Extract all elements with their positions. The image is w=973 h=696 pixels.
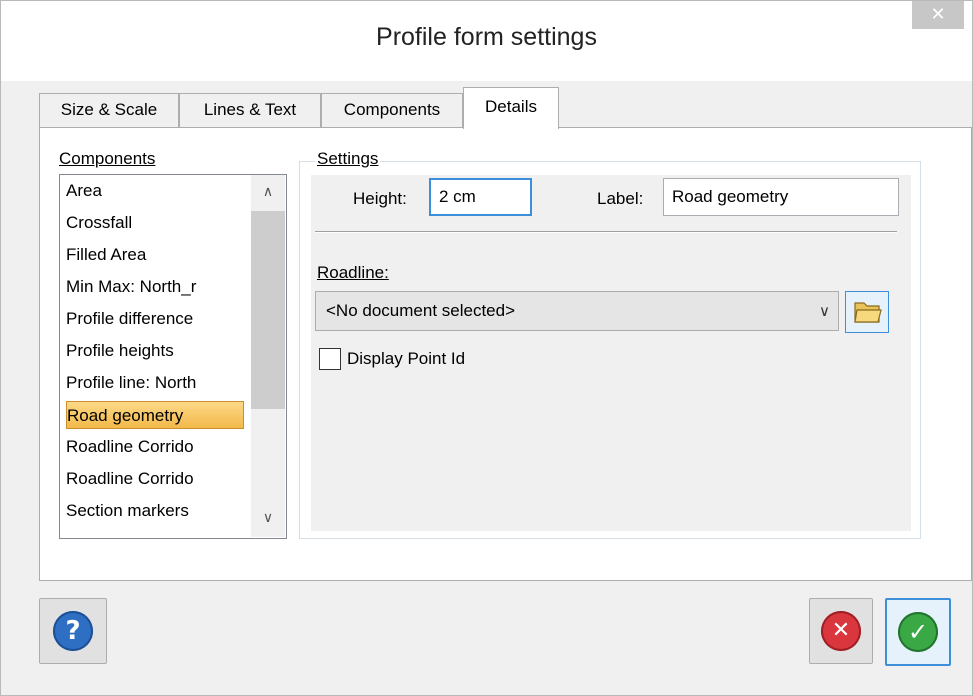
close-button[interactable]: ✕ — [912, 1, 964, 29]
list-item[interactable]: Roadline Corrido — [66, 465, 250, 493]
list-item-selected[interactable]: Road geometry — [66, 401, 244, 429]
components-label: Components — [59, 149, 156, 168]
ok-button[interactable]: ✓ — [885, 598, 951, 666]
label-label: Label: — [597, 189, 644, 208]
list-item[interactable]: Section markers — [66, 497, 250, 525]
label-input[interactable]: Road geometry — [663, 178, 899, 216]
roadline-value: <No document selected> — [326, 301, 516, 320]
height-input[interactable]: 2 cm — [429, 178, 532, 216]
height-label: Height: — [353, 189, 407, 208]
dialog-title: Profile form settings — [376, 23, 597, 51]
ok-icon: ✓ — [898, 612, 938, 652]
help-icon: ? — [53, 611, 93, 651]
list-item[interactable]: Min Max: North_r — [66, 273, 250, 301]
tab-components[interactable]: Components — [321, 93, 463, 127]
list-item[interactable]: Area — [66, 177, 250, 205]
list-item[interactable]: Filled Area — [66, 241, 250, 269]
cancel-icon: ✕ — [821, 611, 861, 651]
list-item[interactable]: Profile heights — [66, 337, 250, 365]
list-item[interactable]: Roadline Corrido — [66, 433, 250, 461]
close-icon: ✕ — [930, 4, 946, 25]
list-item[interactable]: Profile line: North — [66, 369, 250, 397]
tab-lines-text[interactable]: Lines & Text — [179, 93, 321, 127]
divider — [315, 231, 897, 233]
folder-icon — [854, 302, 882, 323]
chevron-down-icon: ∨ — [819, 302, 830, 320]
settings-label: Settings — [315, 149, 381, 169]
roadline-label: Roadline: — [317, 263, 389, 282]
profile-form-settings-dialog: Profile form settings ✕ Size & Scale Lin… — [0, 0, 973, 696]
cancel-button[interactable]: ✕ — [809, 598, 873, 664]
display-point-id-checkbox[interactable] — [319, 348, 341, 370]
list-item[interactable]: Crossfall — [66, 209, 250, 237]
tab-size-scale[interactable]: Size & Scale — [39, 93, 179, 127]
tab-details[interactable]: Details — [463, 87, 559, 129]
browse-folder-button[interactable] — [845, 291, 889, 333]
list-item[interactable]: Profile difference — [66, 305, 250, 333]
scrollbar-thumb[interactable] — [251, 211, 285, 409]
title-bar: Profile form settings ✕ — [1, 1, 972, 81]
scroll-down-icon[interactable]: ∨ — [251, 501, 285, 535]
roadline-select[interactable]: <No document selected> ∨ — [315, 291, 839, 331]
scroll-up-icon[interactable]: ∧ — [251, 175, 285, 209]
display-point-id-label[interactable]: Display Point Id — [347, 349, 465, 369]
help-button[interactable]: ? — [39, 598, 107, 664]
